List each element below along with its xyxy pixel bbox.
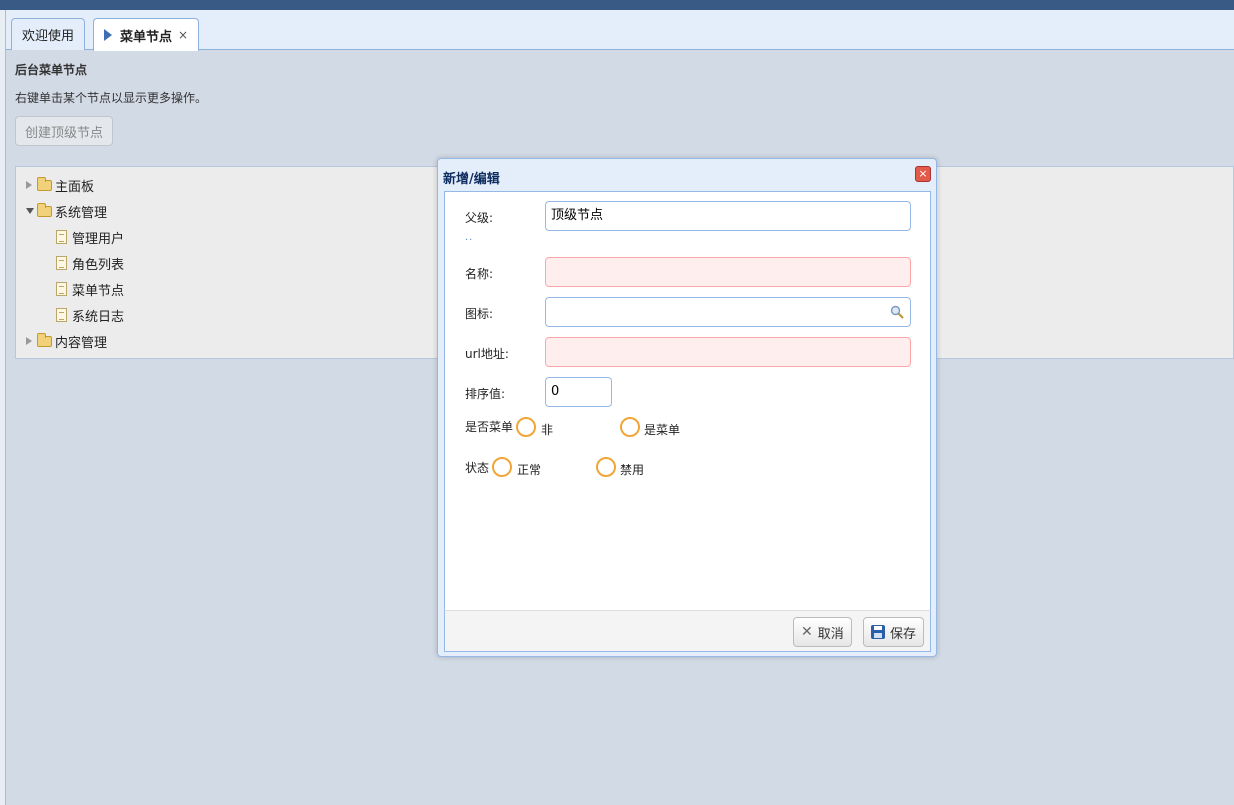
tree-node-label: 角色列表 [72,257,125,273]
dialog-body: 父级: 顶级节点 .. 名称: 图标: url地址: 排序值: 0 是否菜单 非… [444,191,931,610]
parent-hint-dots: .. [465,232,474,243]
tree-node-menus[interactable]: 菜单节点 [56,278,124,300]
tab-menu-node-label: 菜单节点 [120,29,173,45]
cancel-button-label: 取消 [817,626,844,642]
tab-welcome[interactable]: 欢迎使用 [11,18,86,50]
tree-node-content[interactable]: 内容管理 [26,330,107,352]
tab-close-icon[interactable]: × [178,28,188,42]
icon-label: 图标: [465,307,494,321]
tree-node-label: 内容管理 [55,335,108,351]
parent-field[interactable]: 顶级节点 [545,201,911,231]
tab-menu-node[interactable]: 菜单节点 × [93,18,200,51]
tab-bar: 欢迎使用 菜单节点 × [6,10,1234,51]
radio-not-menu[interactable] [516,417,536,437]
radio-not-menu-label: 非 [541,423,554,437]
dialog-title: 新增/编辑 [443,172,500,187]
parent-label: 父级: [465,211,494,225]
tree-node-label: 管理用户 [72,231,125,247]
tree-node-dashboard[interactable]: 主面板 [26,174,94,196]
expand-icon[interactable] [26,337,32,345]
url-field[interactable] [545,337,911,367]
create-top-node-button[interactable]: 创建顶级节点 [15,116,113,146]
radio-status-normal-label: 正常 [517,463,542,477]
tree-node-users[interactable]: 管理用户 [56,226,124,248]
status-label: 状态 [465,461,490,475]
left-edge [0,10,6,805]
folder-icon [37,332,52,347]
is-menu-label: 是否菜单 [465,420,514,434]
folder-open-icon [37,202,52,217]
tree-node-logs[interactable]: 系统日志 [56,304,124,326]
edit-dialog: 新增/编辑 × 父级: 顶级节点 .. 名称: 图标: url地址: 排序值: … [437,158,937,657]
expand-icon[interactable] [26,181,32,189]
tree-node-system[interactable]: 系统管理 [26,200,107,222]
tab-play-icon [104,29,112,41]
file-icon [56,308,67,322]
folder-icon [37,176,52,191]
radio-status-disabled-label: 禁用 [620,463,645,477]
radio-status-normal[interactable] [492,457,512,477]
cancel-icon: ✕ [801,624,813,640]
dialog-footer: ✕ 取消 保存 [444,610,931,652]
name-field[interactable] [545,257,911,287]
tree-node-label: 菜单节点 [72,283,125,299]
radio-is-menu[interactable] [620,417,640,437]
top-header-bar [0,0,1234,10]
cancel-button[interactable]: ✕ 取消 [793,617,852,647]
tree-node-label: 系统日志 [72,309,125,325]
save-button-label: 保存 [890,626,917,642]
dialog-close-icon[interactable]: × [915,166,931,182]
save-icon [871,625,885,639]
panel-hint: 右键单击某个节点以显示更多操作。 [15,91,208,105]
icon-field[interactable] [545,297,911,327]
sort-label: 排序值: [465,387,506,401]
file-icon [56,256,67,270]
search-icon[interactable] [890,305,904,319]
file-icon [56,282,67,296]
file-icon [56,230,67,244]
name-label: 名称: [465,267,494,281]
collapse-icon[interactable] [26,208,34,214]
tree-node-roles[interactable]: 角色列表 [56,252,124,274]
sort-field[interactable]: 0 [545,377,612,407]
radio-is-menu-label: 是菜单 [644,423,681,437]
tree-node-label: 主面板 [55,179,95,195]
url-label: url地址: [465,347,509,361]
radio-status-disabled[interactable] [596,457,616,477]
panel-title: 后台菜单节点 [15,63,88,77]
save-button[interactable]: 保存 [863,617,925,647]
tree-node-label: 系统管理 [55,205,108,221]
tab-welcome-label: 欢迎使用 [22,29,75,44]
